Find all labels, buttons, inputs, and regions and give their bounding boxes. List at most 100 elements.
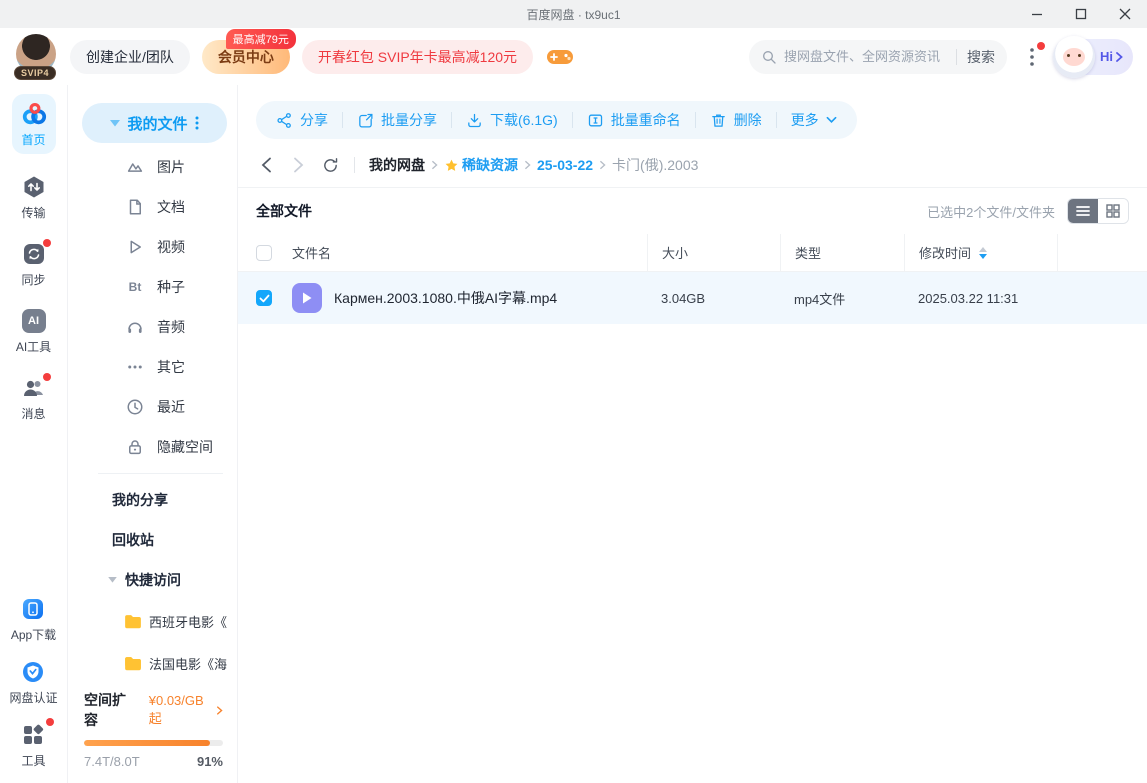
sidebar-item-quick-access[interactable]: 快捷访问 — [82, 560, 227, 600]
sidebar-item-videos[interactable]: 视频 — [82, 227, 227, 267]
more-menu-button[interactable] — [1019, 40, 1045, 74]
quick-folder-spanish-movie[interactable]: 西班牙电影《... — [82, 600, 227, 642]
toolbar-label: 下载(6.1G) — [490, 112, 558, 128]
breadcrumb-label: 稀缺资源 — [462, 157, 518, 173]
toolbar-label: 删除 — [733, 112, 762, 128]
table-row[interactable]: Кармен.2003.1080.中俄AI字幕.mp4 3.04GB mp4文件… — [238, 272, 1147, 324]
file-list-empty-area — [238, 324, 1147, 783]
quick-folder-french-movie[interactable]: 法国电影《海... — [82, 642, 227, 684]
delete-button[interactable]: 删除 — [710, 110, 762, 130]
bt-torrent-icon: Bt — [128, 280, 142, 294]
category-list: 图片 文档 视频 Bt 种子 音频 其它 最近 隐藏空间 — [82, 147, 227, 467]
titlebar: 百度网盘 · tx9uc1 — [0, 0, 1147, 28]
storage-percent: 91% — [196, 754, 223, 769]
sidebar-item-images[interactable]: 图片 — [82, 147, 227, 187]
chevron-right-icon — [217, 705, 223, 715]
share-button[interactable]: 分享 — [276, 110, 328, 130]
select-all-checkbox[interactable] — [256, 244, 272, 261]
transfer-icon — [21, 174, 47, 200]
star-icon — [445, 159, 458, 171]
svip-badge: SVIP4 — [14, 65, 57, 80]
assistant-avatar-icon — [1053, 35, 1095, 78]
sidebar-item-my-shares[interactable]: 我的分享 — [82, 480, 227, 520]
more-button[interactable]: 更多 — [791, 110, 837, 130]
column-header-name[interactable]: 文件名 — [292, 243, 331, 262]
column-header-label: 修改时间 — [919, 246, 972, 261]
notification-dot — [1037, 41, 1045, 50]
refresh-button[interactable] — [320, 155, 340, 175]
sidebar-item-audio[interactable]: 音频 — [82, 307, 227, 347]
search-box[interactable]: 搜索 — [749, 39, 1007, 74]
rail-label: 消息 — [21, 407, 46, 421]
user-avatar[interactable]: SVIP4 — [14, 33, 58, 80]
document-icon — [126, 198, 144, 216]
promo-banner[interactable]: 开春红包 SVIP年卡最高减120元 — [301, 39, 534, 74]
sidebar-item-recycle-bin[interactable]: 回收站 — [82, 520, 227, 560]
rail-item-home[interactable]: 首页 — [11, 94, 56, 154]
batch-share-button[interactable]: 批量分享 — [357, 110, 437, 130]
download-button[interactable]: 下载(6.1G) — [466, 110, 558, 130]
kebab-menu-icon[interactable] — [195, 116, 199, 130]
search-input[interactable] — [784, 49, 952, 64]
caret-down-icon — [108, 577, 117, 583]
sync-icon — [21, 239, 51, 267]
video-icon — [126, 238, 144, 256]
breadcrumb-date-folder[interactable]: 25-03-22 — [537, 157, 593, 173]
sidebar-item-other[interactable]: 其它 — [82, 347, 227, 387]
storage-upgrade-link[interactable]: ¥0.03/GB起 — [149, 693, 223, 727]
quick-folder-label: 法国电影《海... — [149, 656, 227, 672]
main-content: 分享 批量分享 下载(6.1G) 批量重命名 删除 更多 我的网盘 稀缺资源 2… — [238, 85, 1147, 783]
rail-item-sync[interactable]: 同步 — [21, 239, 51, 288]
file-type: mp4文件 — [794, 291, 846, 307]
maximize-button[interactable] — [1059, 0, 1103, 28]
sort-icon[interactable] — [979, 246, 988, 259]
search-button[interactable]: 搜索 — [967, 47, 995, 67]
sidebar-item-torrents[interactable]: Bt 种子 — [82, 267, 227, 307]
rail-item-messages[interactable]: 消息 — [21, 373, 51, 422]
column-header-modified[interactable]: 修改时间 — [904, 234, 1057, 271]
ai-assistant-button[interactable]: Hi — [1053, 35, 1133, 78]
forward-button[interactable] — [288, 155, 308, 175]
sidebar-item-recent[interactable]: 最近 — [82, 387, 227, 427]
grid-view-button[interactable] — [1098, 199, 1128, 223]
check-icon — [259, 294, 269, 302]
create-team-button[interactable]: 创建企业/团队 — [70, 39, 190, 74]
search-icon — [763, 50, 776, 64]
rail-item-transfer[interactable]: 传输 — [21, 174, 47, 221]
rail-item-verification[interactable]: 网盘认证 — [9, 659, 58, 706]
file-toolbar: 分享 批量分享 下载(6.1G) 批量重命名 删除 更多 — [256, 101, 857, 139]
file-size: 3.04GB — [661, 290, 706, 306]
breadcrumb-root[interactable]: 我的网盘 — [369, 155, 425, 175]
toolbar-label: 更多 — [790, 112, 819, 128]
close-button[interactable] — [1103, 0, 1147, 28]
sidebar-item-my-files[interactable]: 我的文件 — [82, 103, 227, 143]
list-view-button[interactable] — [1068, 199, 1098, 223]
vip-discount-badge: 最高减79元 — [225, 28, 296, 49]
file-name[interactable]: Кармен.2003.1080.中俄AI字幕.mp4 — [334, 288, 557, 308]
breadcrumb-starred-folder[interactable]: 稀缺资源 — [444, 155, 518, 175]
rail-item-tools[interactable]: 工具 — [20, 718, 55, 769]
toolbar-row: 分享 批量分享 下载(6.1G) 批量重命名 删除 更多 — [238, 85, 1147, 149]
row-checkbox[interactable] — [256, 290, 272, 306]
column-header-size[interactable]: 大小 — [647, 234, 780, 271]
selection-info: 已选中2个文件/文件夹 — [927, 204, 1055, 220]
window-title: 百度网盘 · tx9uc1 — [526, 7, 621, 22]
sidebar: 我的文件 图片 文档 视频 Bt 种子 音频 其它 最近 隐藏空间 我的分享 回… — [68, 85, 238, 783]
minimize-button[interactable] — [1015, 0, 1059, 28]
column-header-type[interactable]: 类型 — [780, 234, 904, 271]
storage-progress-fill — [84, 740, 211, 746]
batch-rename-button[interactable]: 批量重命名 — [587, 110, 681, 130]
sidebar-item-label: 最近 — [157, 399, 185, 415]
rail-item-ai-tools[interactable]: AI AI工具 — [16, 308, 51, 355]
vip-center-button[interactable]: 会员中心 最高减79元 — [201, 28, 296, 74]
breadcrumb: 我的网盘 稀缺资源 25-03-22 卡门(俄).2003 — [369, 155, 698, 175]
gamepad-icon[interactable] — [545, 45, 575, 69]
app-body: 首页 传输 同步 AI AI工具 消息 App下载 网盘认证 工具 我的文件 图… — [0, 85, 1147, 783]
back-button[interactable] — [256, 155, 276, 175]
rail-item-app-download[interactable]: App下载 — [11, 596, 56, 643]
sidebar-item-hidden-space[interactable]: 隐藏空间 — [82, 427, 227, 467]
sidebar-item-documents[interactable]: 文档 — [82, 187, 227, 227]
storage-progress-bar — [84, 740, 223, 746]
window-controls — [1015, 0, 1147, 28]
sidebar-item-label: 音频 — [157, 319, 185, 335]
